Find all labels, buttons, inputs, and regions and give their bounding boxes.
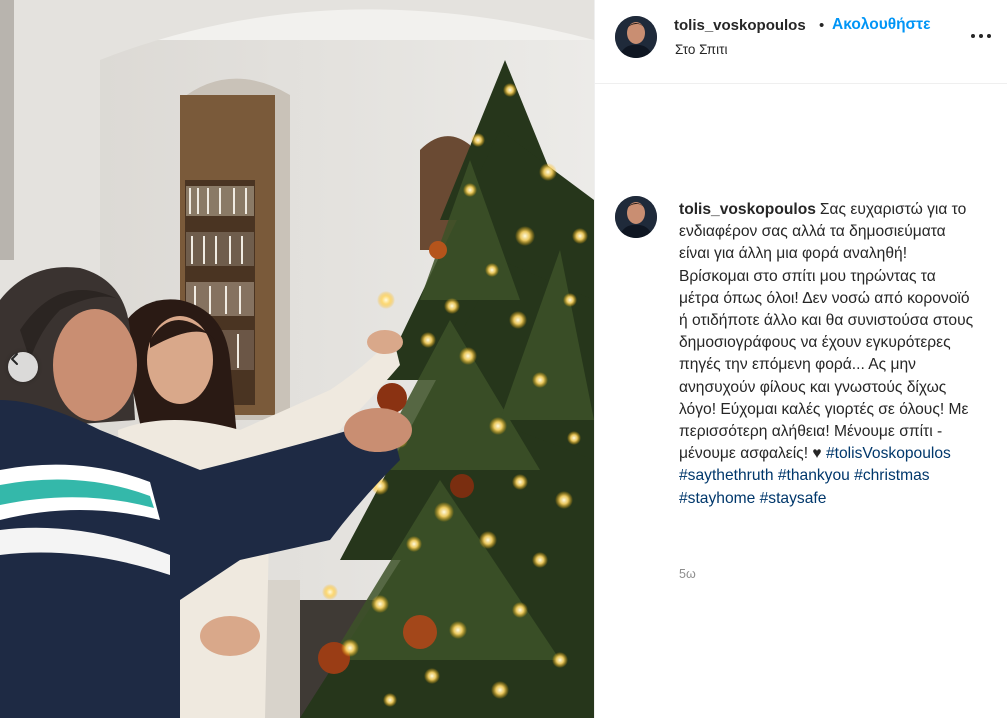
hashtag-link[interactable]: #thankyou xyxy=(778,467,850,484)
avatar-image xyxy=(615,196,657,238)
hashtag-link[interactable]: #stayhome xyxy=(679,490,755,507)
avatar[interactable] xyxy=(615,16,657,58)
hashtag-link[interactable]: #christmas xyxy=(854,467,929,484)
hashtag-link[interactable]: #saythethruth xyxy=(679,467,774,484)
caption-avatar[interactable] xyxy=(615,196,657,238)
caption-body: Σας ευχαριστώ για το ενδιαφέρον σας αλλά… xyxy=(679,201,974,463)
more-options-icon[interactable] xyxy=(971,32,991,40)
photo-illustration xyxy=(0,0,594,718)
caption-text: tolis_voskopoulos Σας ευχαριστώ για το εν… xyxy=(679,199,979,510)
avatar-image xyxy=(615,16,657,58)
hashtag-link[interactable]: #staysafe xyxy=(760,490,827,507)
hashtag-link[interactable]: #tolisVoskopoulos xyxy=(826,445,951,462)
location-link[interactable]: Στο Σπιτι xyxy=(675,42,727,57)
header-username[interactable]: tolis_voskopoulos xyxy=(674,17,806,34)
chevron-left-icon xyxy=(11,353,18,365)
heart-emoji: ♥ xyxy=(812,445,822,463)
previous-photo-button[interactable] xyxy=(8,352,38,382)
post-header: tolis_voskopoulos • Ακολουθήστε Στο Σπιτ… xyxy=(595,0,1007,84)
post-side-panel: tolis_voskopoulos • Ακολουθήστε Στο Σπιτ… xyxy=(594,0,1007,718)
post-timestamp[interactable]: 5ω xyxy=(679,567,696,581)
post-photo[interactable] xyxy=(0,0,594,718)
separator-dot: • xyxy=(819,17,825,34)
follow-button[interactable]: Ακολουθήστε xyxy=(832,16,930,34)
caption-username[interactable]: tolis_voskopoulos xyxy=(679,201,816,218)
